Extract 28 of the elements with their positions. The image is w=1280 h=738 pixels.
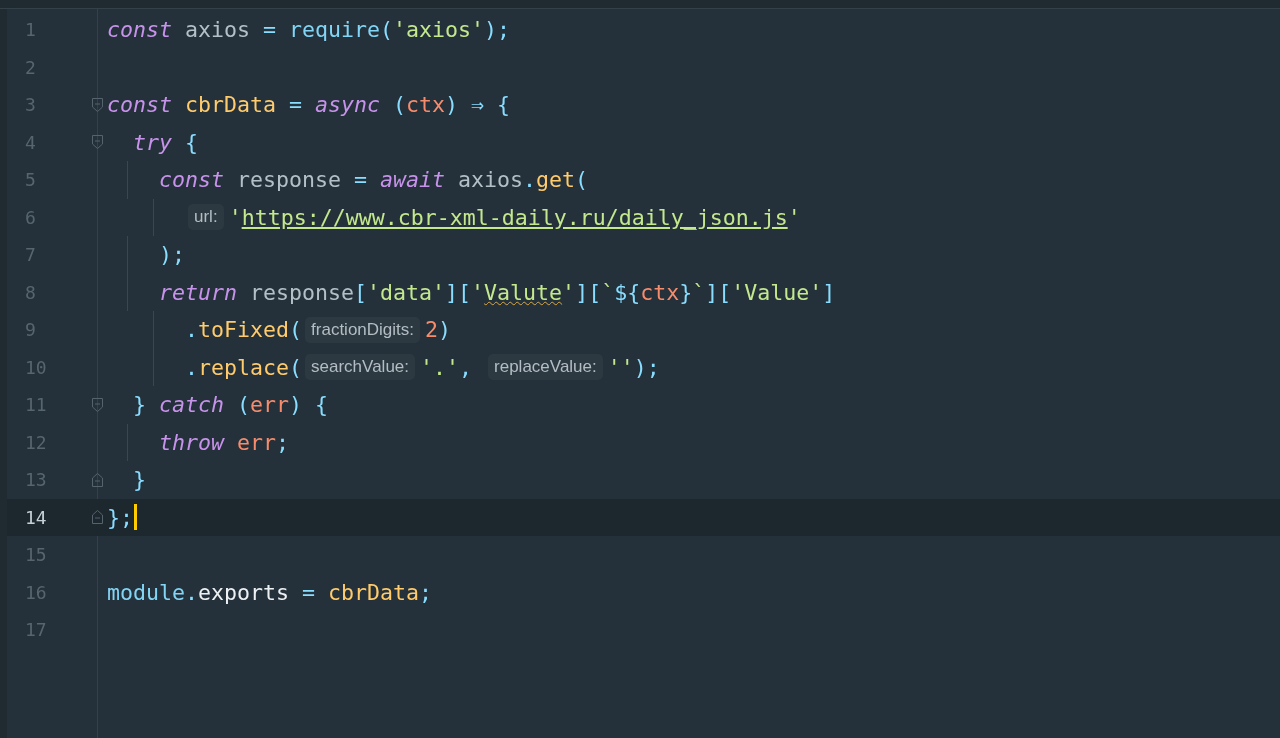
- code-text: const response = await axios.get(: [159, 167, 589, 193]
- line-number: 14: [25, 506, 47, 528]
- parameter-hint: searchValue:: [305, 354, 415, 381]
- code-text: };: [107, 504, 133, 530]
- code-text: } catch (err) {: [133, 392, 329, 418]
- fold-end-icon[interactable]: [91, 472, 103, 487]
- code-text: 'https://www.cbr-xml-daily.ru/daily_json.js': [228, 204, 801, 230]
- text-cursor: [134, 504, 137, 531]
- code-text: '');: [607, 354, 660, 380]
- code-text: }: [133, 467, 146, 493]
- fold-end-icon[interactable]: [91, 510, 103, 525]
- code-text: const axios = require('axios');: [107, 17, 511, 43]
- code-text: '.',: [420, 354, 474, 380]
- fold-start-icon[interactable]: [91, 135, 103, 150]
- code-text: const cbrData = async (ctx) ⇒ {: [107, 92, 511, 118]
- fold-start-icon[interactable]: [91, 97, 103, 112]
- fold-start-icon[interactable]: [91, 397, 103, 412]
- code-text: try {: [133, 129, 199, 155]
- code-text: 2): [425, 317, 452, 343]
- parameter-hint: url:: [188, 204, 224, 231]
- code-text: .toFixed(: [185, 317, 303, 343]
- code-text: module.exports = cbrData;: [107, 579, 433, 605]
- code-text: .replace(: [185, 354, 303, 380]
- parameter-hint: replaceValue:: [488, 354, 603, 381]
- parameter-hint: fractionDigits:: [305, 316, 421, 343]
- code-text: );: [159, 242, 185, 268]
- code-text: return response['data']['Valute'][`${ctx}`]['Value']: [159, 279, 836, 305]
- code-text: throw err;: [159, 429, 290, 455]
